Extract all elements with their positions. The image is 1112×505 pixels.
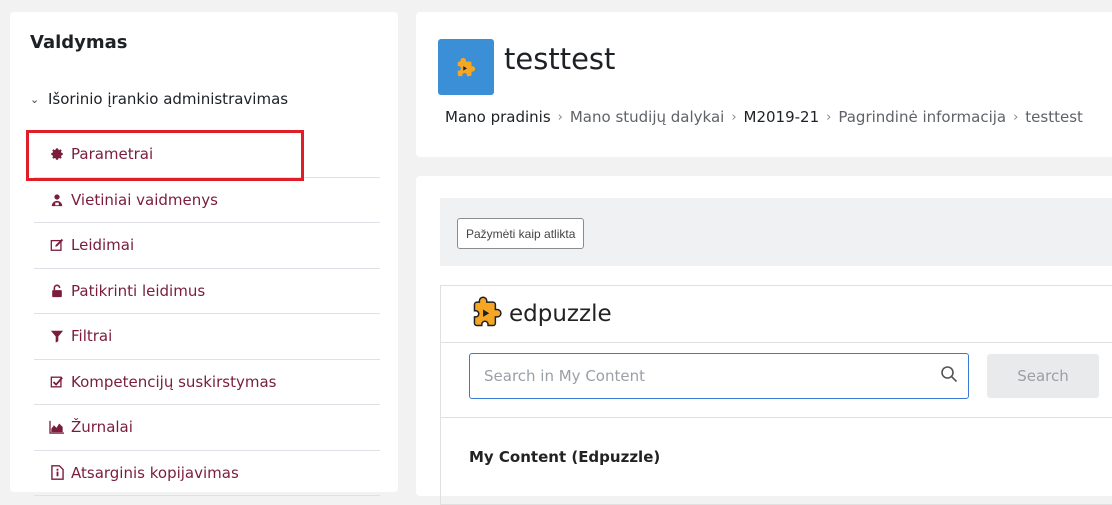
page-title: testtest (504, 42, 616, 76)
sidebar-item-patikrinti-leidimus[interactable]: Patikrinti leidimus (34, 269, 380, 314)
edpuzzle-frame: edpuzzle Search My Content (Edpuzzle) (440, 285, 1112, 505)
search-icon[interactable] (940, 365, 958, 387)
edit-icon (48, 238, 66, 252)
chevron-right-icon: › (1013, 109, 1019, 125)
breadcrumb: Mano pradinis › Mano studijų dalykai › M… (445, 108, 1083, 126)
gear-icon (48, 147, 66, 161)
chevron-down-icon: ⌄ (30, 92, 40, 106)
backup-file-icon (48, 465, 66, 481)
sidebar-item-filtrai[interactable]: Filtrai (34, 314, 380, 360)
sidebar-item-label: Kompetencijų suskirstymas (71, 372, 277, 391)
breadcrumb-item[interactable]: testtest (1025, 108, 1083, 126)
sidebar-item-label: Leidimai (71, 236, 135, 255)
divider (441, 417, 1112, 418)
chart-icon (48, 420, 66, 435)
sidebar-item-leidimai[interactable]: Leidimai (34, 223, 380, 269)
users-icon (48, 193, 66, 207)
breadcrumb-item[interactable]: Pagrindinė informacija (838, 108, 1006, 126)
checkbox-icon (48, 375, 66, 389)
unlock-icon (48, 284, 66, 298)
search-row: Search (469, 353, 1099, 399)
course-header: testtest Mano pradinis › Mano studijų da… (416, 12, 1112, 157)
edpuzzle-header: edpuzzle (441, 286, 1112, 343)
chevron-right-icon: › (731, 109, 737, 125)
sidebar-item-kompetenciju-suskirstymas[interactable]: Kompetencijų suskirstymas (34, 360, 380, 405)
panel-title: Valdymas (30, 32, 128, 53)
sidebar-item-label: Žurnalai (71, 418, 133, 437)
breadcrumb-item[interactable]: Mano pradinis (445, 108, 551, 126)
sidebar-item-label: Patikrinti leidimus (71, 281, 206, 300)
breadcrumb-item[interactable]: Mano studijų dalykai (570, 108, 724, 126)
section-label: Išorinio įrankio administravimas (48, 90, 289, 108)
chevron-right-icon: › (557, 109, 563, 125)
filter-icon (48, 329, 66, 343)
sidebar-item-label: Vietiniai vaidmenys (71, 190, 218, 209)
sidebar-item-label: Parametrai (71, 145, 154, 164)
section-toggle[interactable]: ⌄ Išorinio įrankio administravimas (30, 90, 288, 108)
main-content: Pažymėti kaip atlikta edpuzzle Search My… (416, 176, 1112, 505)
sidebar-item-zurnalai[interactable]: Žurnalai (34, 405, 380, 451)
sidebar-item-label: Atsarginis kopijavimas (71, 463, 239, 482)
sidebar-item-label: Filtrai (71, 327, 113, 346)
admin-panel: Valdymas ⌄ Išorinio įrankio administravi… (10, 12, 398, 496)
my-content-heading: My Content (Edpuzzle) (469, 448, 661, 466)
sidebar-item-atsarginis-kopijavimas[interactable]: Atsarginis kopijavimas (34, 451, 380, 496)
mark-done-button[interactable]: Pažymėti kaip atlikta (457, 218, 585, 249)
activity-completion-bar: Pažymėti kaip atlikta (440, 198, 1112, 266)
edpuzzle-logo-text: edpuzzle (509, 301, 612, 327)
search-field[interactable] (469, 353, 969, 399)
breadcrumb-item[interactable]: M2019-21 (744, 108, 820, 126)
puzzle-icon (438, 39, 494, 95)
chevron-right-icon: › (826, 109, 832, 125)
search-input[interactable] (484, 367, 940, 385)
edpuzzle-logo-icon (473, 296, 503, 332)
sidebar-item-parametrai[interactable]: Parametrai (26, 130, 380, 181)
search-button[interactable]: Search (987, 354, 1099, 398)
nav-list: Parametrai Vietiniai vaidmenys Leidimai … (26, 130, 380, 496)
sidebar-item-vietiniai-vaidmenys[interactable]: Vietiniai vaidmenys (34, 178, 380, 223)
